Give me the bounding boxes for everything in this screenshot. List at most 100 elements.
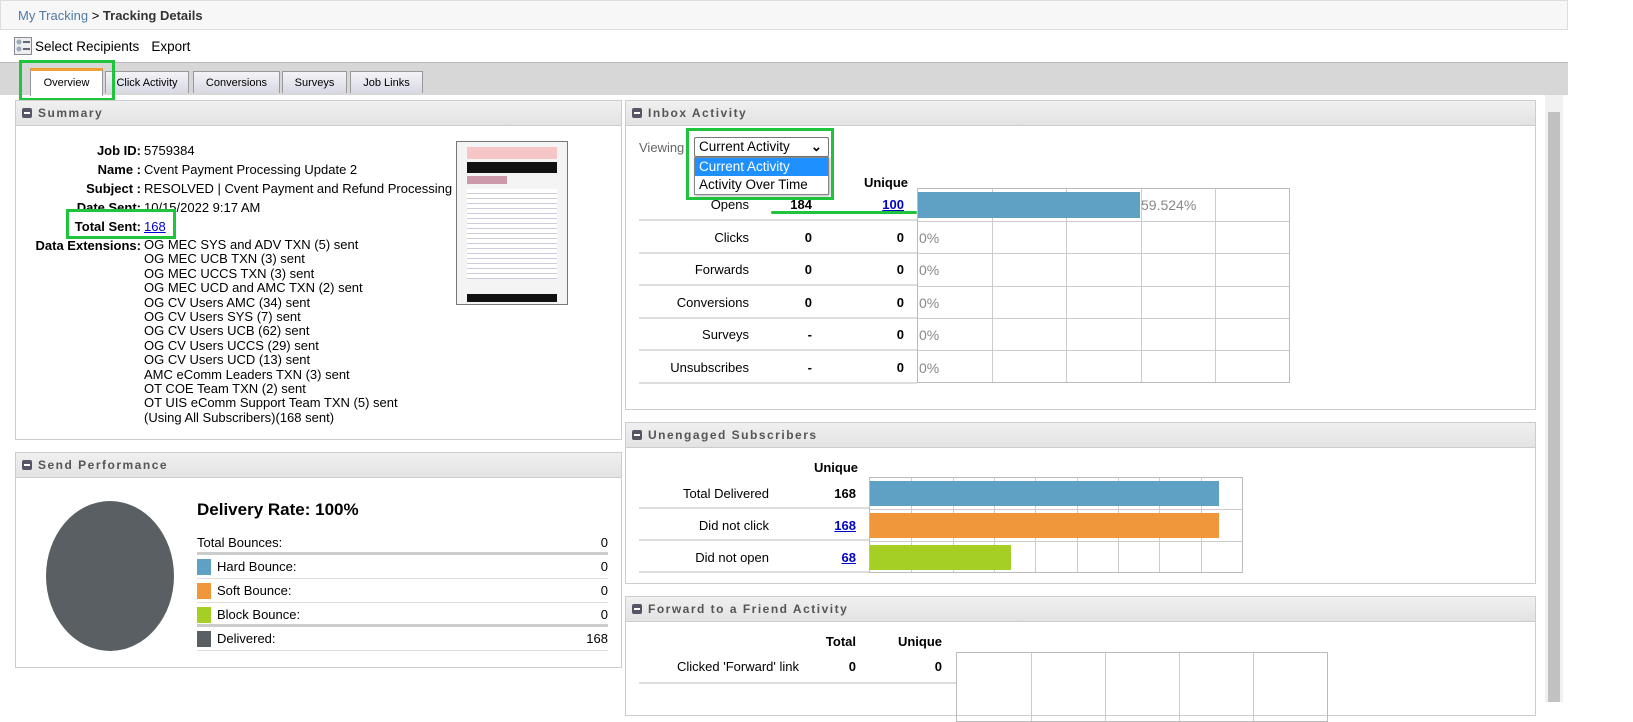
row-unique: 0 — [896, 262, 904, 277]
bar-percent-label: 0% — [919, 359, 940, 376]
field-label: Data Extensions: — [35, 238, 141, 253]
total-header: Total — [825, 634, 856, 649]
bounce-label: Total Bounces: — [197, 535, 283, 550]
bounce-value: 0 — [600, 535, 608, 550]
data-extension-item: OG MEC UCB TXN (3) sent — [144, 251, 305, 267]
breadcrumb-current: Tracking Details — [102, 8, 203, 23]
collapse-icon[interactable] — [632, 430, 642, 440]
bounce-value: 0 — [600, 607, 608, 622]
breadcrumb: My Tracking > Tracking Details — [0, 0, 1568, 30]
row-unique: 0 — [896, 294, 904, 310]
data-extension-item: OG CV Users UCD (13) sent — [144, 352, 311, 368]
legend-swatch — [197, 607, 211, 623]
row-label: Total Delivered — [683, 486, 769, 501]
grid-line — [918, 253, 1289, 255]
unengaged-bar-chart — [869, 477, 1243, 573]
highlight-underline — [771, 211, 917, 214]
highlight-box — [686, 128, 834, 200]
collapse-icon[interactable] — [22, 108, 32, 118]
row-value: 168 — [834, 486, 856, 501]
bar-percent-label: 0% — [919, 327, 940, 343]
bar-percent-label: 59.524% — [1141, 197, 1197, 213]
tab-bar: Overview Click Activity Conversions Surv… — [0, 62, 1568, 96]
unique-header: Unique — [813, 460, 858, 475]
row-label: Unsubscribes — [670, 359, 749, 375]
panel-title: Summary — [38, 106, 104, 120]
bar-percent-label: 0% — [919, 294, 940, 311]
tab-click-activity[interactable]: Click Activity — [105, 71, 189, 93]
legend-swatch — [197, 631, 211, 647]
field-value: 5759384 — [144, 143, 195, 158]
toolbar: Select Recipients Export — [0, 30, 1568, 62]
row-label: Clicks — [714, 229, 749, 245]
data-extension-item: OG MEC UCD and AMC TXN (2) sent — [144, 280, 363, 296]
highlight-box — [66, 209, 176, 239]
scrollbar-thumb[interactable] — [1548, 112, 1560, 702]
collapse-icon[interactable] — [632, 604, 642, 614]
bar-did-not-click — [870, 513, 1220, 538]
row-unique: 0 — [934, 659, 942, 674]
field-label: Name : — [97, 162, 141, 177]
grid-line — [918, 349, 1289, 351]
grid-line — [870, 540, 1242, 542]
select-recipients-button[interactable]: Select Recipients — [14, 37, 139, 55]
tab-job-links[interactable]: Job Links — [350, 71, 423, 93]
highlight-box — [19, 60, 115, 101]
data-extension-item: OG CV Users UCCS (29) sent — [144, 337, 319, 353]
row-label: Conversions — [676, 294, 749, 310]
field-label: Job ID: — [96, 143, 141, 158]
row-total: 0 — [848, 659, 856, 674]
unengaged-subscribers-panel: Unengaged Subscribers Unique Total Deliv… — [625, 422, 1536, 584]
bounce-row: Total Bounces: 0 — [197, 531, 608, 555]
panel-title: Forward to a Friend Activity — [648, 602, 849, 616]
bounce-label: Delivered: — [217, 631, 276, 646]
tab-surveys[interactable]: Surveys — [282, 71, 347, 93]
row-unique: 0 — [896, 229, 904, 245]
grid-line — [1031, 653, 1032, 721]
bounce-row: Delivered: 168 — [197, 627, 608, 651]
row-label: Forwards — [694, 262, 749, 277]
tab-conversions[interactable]: Conversions — [193, 71, 280, 93]
bar-did-not-open — [870, 545, 1012, 570]
row-label: Did not open — [695, 550, 769, 565]
email-thumbnail — [456, 141, 568, 305]
breadcrumb-separator: > — [88, 8, 103, 23]
bounce-label: Hard Bounce: — [217, 559, 297, 574]
row-unique-link[interactable]: 100 — [838, 197, 904, 212]
collapse-icon[interactable] — [22, 460, 32, 470]
data-extension-item: OG CV Users SYS (7) sent — [144, 309, 301, 325]
recipients-icon — [14, 37, 32, 55]
forward-activity-panel: Forward to a Friend Activity Total Uniqu… — [625, 596, 1536, 722]
bounce-value: 0 — [600, 583, 608, 598]
summary-panel: Summary Job ID: 5759384 Name : Cvent Paymen… — [15, 100, 622, 440]
forward-bar-chart — [956, 652, 1328, 722]
breadcrumb-my-tracking[interactable]: My Tracking — [18, 8, 88, 23]
grid-line — [1253, 653, 1254, 721]
row-total: 0 — [804, 294, 812, 310]
data-extension-item: OG MEC UCCS TXN (3) sent — [144, 265, 315, 281]
collapse-icon[interactable] — [632, 108, 642, 118]
row-total: 0 — [804, 229, 812, 245]
delivery-rate: Delivery Rate: 100% — [197, 500, 359, 519]
inbox-bar-chart: 59.524% 0% 0% 0% 0% 0% — [917, 188, 1290, 383]
select-recipients-label: Select Recipients — [35, 38, 140, 54]
grid-line — [918, 285, 1289, 287]
row-unique: 0 — [896, 327, 904, 342]
row-total: - — [807, 327, 812, 342]
bounce-label: Block Bounce: — [217, 607, 301, 622]
data-extension-item: AMC eComm Leaders TXN (3) sent — [144, 366, 350, 382]
field-label: Subject : — [86, 181, 141, 196]
unique-header: Unique — [897, 634, 942, 649]
row-value-link[interactable]: 168 — [786, 518, 856, 533]
export-button[interactable]: Export — [151, 39, 190, 54]
panel-title: Inbox Activity — [648, 106, 748, 120]
bar-percent-label: 0% — [919, 229, 940, 246]
pie-slice-delivered — [46, 501, 174, 651]
row-unique: 0 — [896, 359, 904, 375]
grid-line — [918, 317, 1289, 319]
data-extension-item: OT COE Team TXN (2) sent — [144, 381, 306, 397]
legend-swatch — [197, 583, 211, 599]
bounce-label: Soft Bounce: — [217, 583, 292, 598]
row-value-link[interactable]: 68 — [786, 550, 856, 565]
row-label: Clicked 'Forward' link — [677, 659, 799, 674]
